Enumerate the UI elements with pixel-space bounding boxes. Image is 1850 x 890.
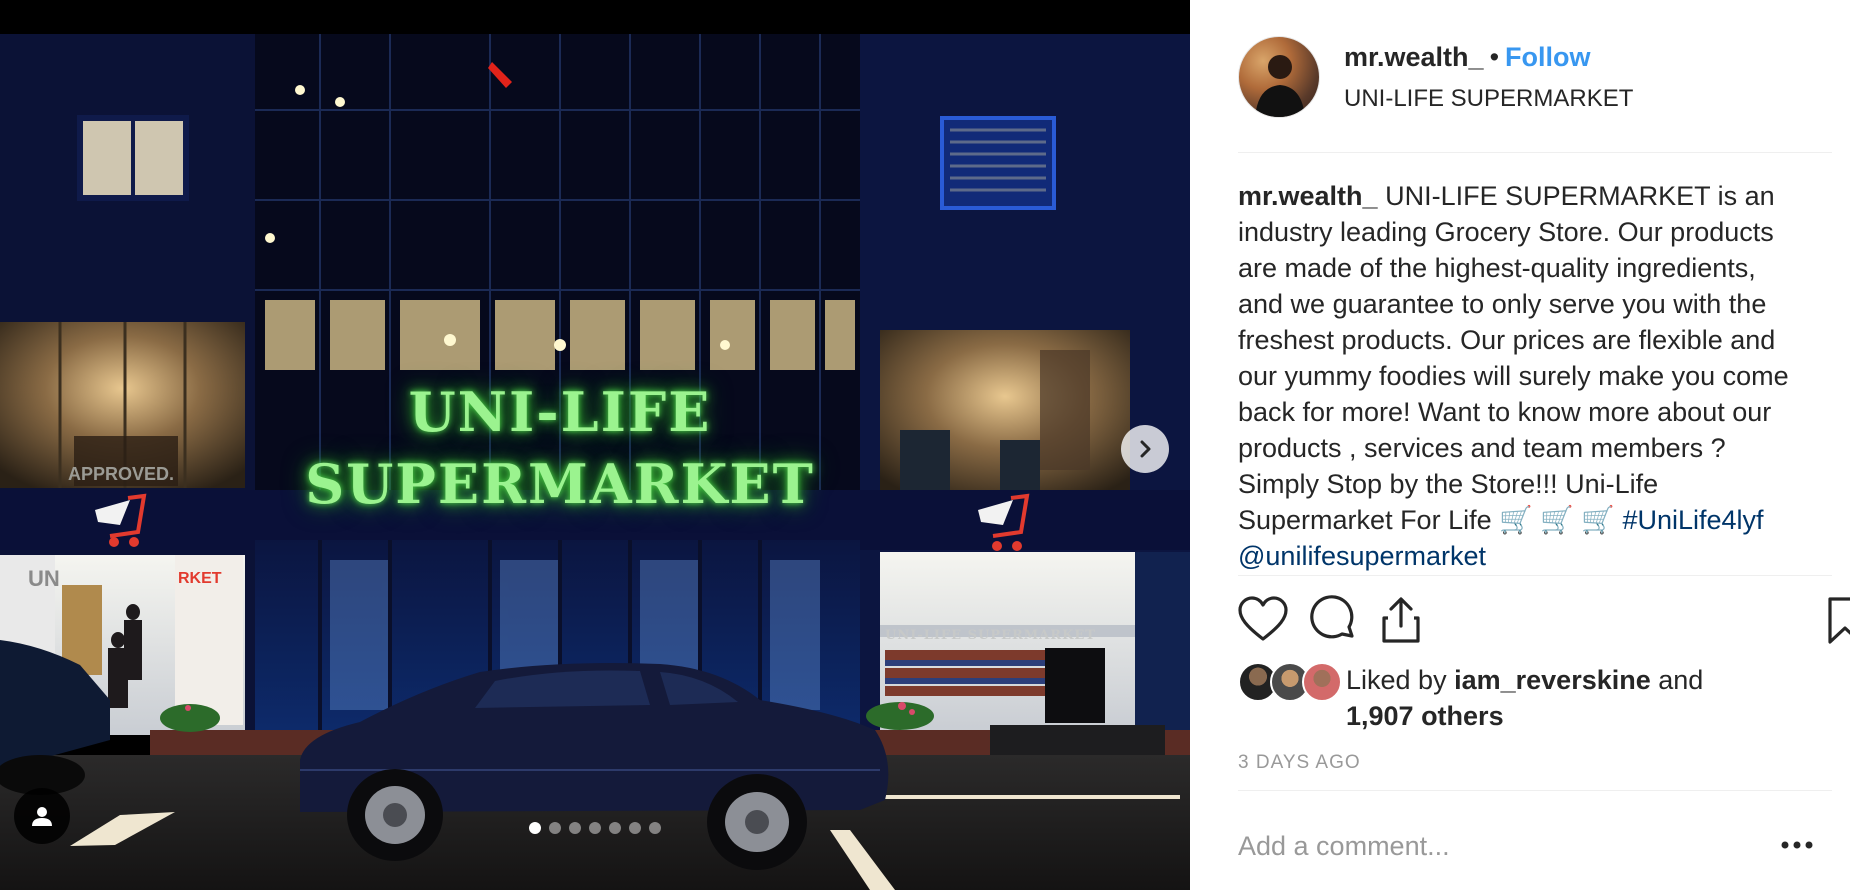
avatar-image — [1255, 55, 1305, 117]
approved-text: APPROVED. — [68, 464, 175, 484]
header-divider — [1238, 152, 1832, 153]
comment-input[interactable] — [1238, 826, 1738, 866]
likes-count[interactable]: 1,907 others — [1346, 701, 1504, 731]
follow-button[interactable]: Follow — [1505, 42, 1590, 72]
caption-text: UNI-LIFE SUPERMARKET is an industry lead… — [1238, 181, 1789, 535]
shop-banner-text: UNI-LIFE SUPERMARKET — [885, 628, 1096, 643]
more-dots-icon — [1781, 841, 1813, 849]
caption-divider — [1238, 575, 1832, 576]
liked-by-prefix: Liked by — [1346, 665, 1447, 695]
header-separator: • — [1489, 42, 1500, 72]
store-sign-line-1: UNI-LIFE — [408, 380, 712, 444]
bookmark-icon — [1828, 597, 1850, 644]
header-text: mr.wealth_ • Follow UNI-LIFE SUPERMARKET — [1344, 42, 1633, 113]
post-timestamp[interactable]: 3 DAYS AGO — [1238, 752, 1361, 774]
comment-button[interactable] — [1306, 594, 1360, 648]
share-button[interactable] — [1374, 594, 1428, 648]
carousel-indicators — [0, 822, 1190, 834]
save-button[interactable] — [1818, 594, 1850, 648]
carousel-dot — [529, 822, 541, 834]
post-photo[interactable]: UNI-LIFE SUPERMARKET UNI-LIFE SUPERMARKE… — [0, 0, 1190, 890]
share-upload-icon — [1382, 597, 1420, 643]
post-location[interactable]: UNI-LIFE SUPERMARKET — [1344, 85, 1633, 113]
like-button[interactable] — [1236, 594, 1290, 648]
carousel-dot — [609, 822, 621, 834]
author-username[interactable]: mr.wealth_ — [1344, 42, 1484, 72]
tagged-users-button[interactable] — [14, 788, 70, 844]
post-header: mr.wealth_ • Follow UNI-LIFE SUPERMARKET — [1238, 36, 1832, 118]
store-sign: UNI-LIFE SUPERMARKET — [290, 380, 830, 540]
liker-avatar[interactable] — [1302, 662, 1342, 702]
comment-divider — [1238, 790, 1832, 791]
carousel-dot — [569, 822, 581, 834]
post-side-panel: mr.wealth_ • Follow UNI-LIFE SUPERMARKET m… — [1190, 0, 1850, 890]
carousel-dot — [549, 822, 561, 834]
next-photo-button[interactable] — [1121, 425, 1169, 473]
carousel-dot — [629, 822, 641, 834]
caption-hashtag[interactable]: #UniLife4lyf — [1622, 505, 1763, 535]
store-sign-line-2: SUPERMARKET — [305, 452, 815, 516]
liked-by-and: and — [1658, 665, 1704, 695]
more-options-button[interactable] — [1775, 830, 1819, 860]
caption-username[interactable]: mr.wealth_ — [1238, 181, 1378, 211]
comment-bubble-icon — [1310, 595, 1354, 639]
liked-by-user[interactable]: iam_reverskine — [1454, 665, 1651, 695]
left-banner-text: UN — [28, 566, 60, 591]
carousel-dot — [649, 822, 661, 834]
carousel-dot — [589, 822, 601, 834]
chevron-right-icon — [1140, 440, 1151, 458]
heart-icon — [1238, 596, 1288, 641]
right-banner-text: RKET — [178, 570, 222, 587]
post-caption: mr.wealth_ UNI-LIFE SUPERMARKET is an in… — [1238, 178, 1808, 574]
author-avatar[interactable] — [1238, 36, 1320, 118]
caption-mention[interactable]: @unilifesupermarket — [1238, 541, 1486, 571]
likes-text: Liked by iam_reverskine and 1,907 others — [1346, 662, 1703, 734]
action-bar — [1236, 594, 1850, 650]
likes-section: Liked by iam_reverskine and 1,907 others — [1238, 662, 1832, 742]
